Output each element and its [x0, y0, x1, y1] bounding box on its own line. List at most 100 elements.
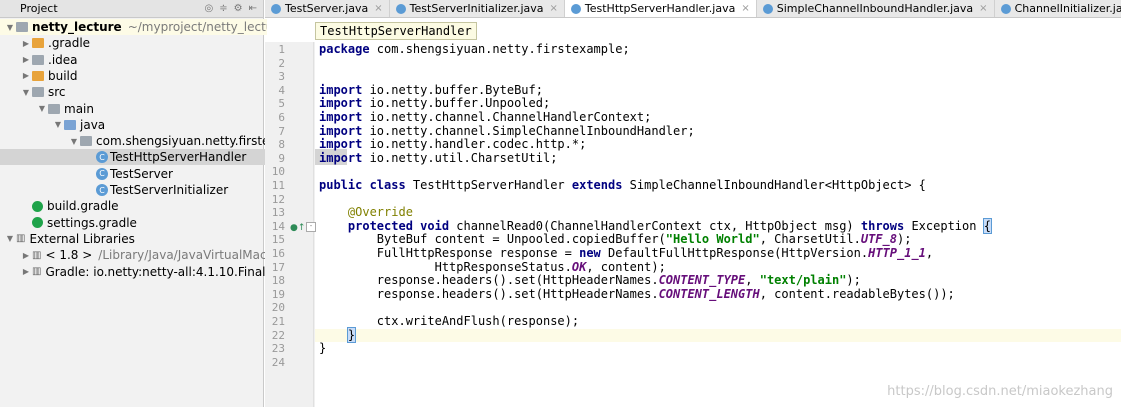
library-icon: ▥ — [16, 233, 26, 245]
line-number: 5 — [278, 97, 285, 111]
tree-item-label: TestHttpServerHandler — [110, 150, 247, 165]
expand-arrow-icon[interactable]: ▼ — [36, 104, 48, 113]
tree-item-label: .gradle — [48, 36, 91, 51]
expand-arrow-icon[interactable]: ▼ — [52, 120, 64, 129]
line-number: 18 — [271, 274, 285, 288]
close-icon[interactable]: × — [374, 3, 382, 14]
code-line[interactable]: import io.netty.buffer.Unpooled; — [319, 97, 550, 111]
tree-item-label: com.shengsiyuan.netty.firstexa — [96, 134, 284, 149]
editor-tab-label: SimpleChannelInboundHandler.java — [776, 2, 974, 15]
tree-item-label: .idea — [48, 52, 78, 67]
java-class-icon — [271, 3, 281, 14]
java-class-icon: C — [96, 151, 108, 164]
line-number: 17 — [271, 260, 285, 274]
tree-item[interactable]: ▶ .gradle — [0, 35, 283, 51]
line-number: 13 — [271, 206, 285, 220]
expand-arrow-icon[interactable]: ▶ — [20, 71, 32, 80]
library-icon: ▥ — [32, 249, 42, 261]
code-line[interactable]: public class TestHttpServerHandler exten… — [319, 178, 926, 193]
close-icon[interactable]: × — [550, 3, 558, 14]
expand-arrow-icon[interactable]: ▶ — [20, 55, 32, 64]
code-line[interactable]: ctx.writeAndFlush(response); — [319, 314, 579, 329]
code-line[interactable]: response.headers().set(HttpHeaderNames.C… — [319, 287, 955, 302]
code-line[interactable]: import io.netty.util.CharsetUtil; — [319, 151, 557, 166]
tree-item-label: main — [64, 101, 94, 116]
tree-item[interactable]: settings.gradle — [0, 215, 283, 231]
code-line[interactable]: ByteBuf content = Unpooled.copiedBuffer(… — [319, 233, 912, 247]
code-line[interactable]: @Override — [319, 205, 413, 220]
close-icon[interactable]: × — [979, 3, 987, 14]
folder-icon — [16, 22, 28, 32]
expand-arrow-icon[interactable]: ▼ — [4, 234, 16, 243]
expand-arrow-icon[interactable]: ▶ — [20, 267, 32, 276]
folder-icon — [64, 119, 76, 130]
folder-icon — [32, 54, 44, 65]
line-number: 7 — [278, 124, 285, 138]
project-panel-header[interactable]: Project ◎ ≑ ⚙ ⇤ — [0, 0, 263, 18]
code-line[interactable]: } — [319, 326, 357, 343]
gradle-file-icon — [32, 200, 43, 212]
code-line[interactable]: response.headers().set(HttpHeaderNames.C… — [319, 273, 861, 288]
fold-toggle-icon[interactable]: - — [306, 222, 316, 232]
tree-item[interactable]: ▶ build — [0, 68, 283, 84]
editor-tab[interactable]: TestHttpServerHandler.java × — [564, 0, 757, 17]
editor-tab[interactable]: SimpleChannelInboundHandler.java × — [757, 0, 995, 17]
expand-arrow-icon[interactable]: ▶ — [20, 251, 32, 260]
line-number: 21 — [271, 315, 285, 328]
close-icon[interactable]: × — [741, 3, 749, 14]
code-line[interactable]: import io.netty.channel.ChannelHandlerCo… — [319, 110, 651, 125]
tree-item[interactable]: ▼ src — [0, 84, 283, 100]
expand-arrow-icon[interactable]: ▼ — [20, 88, 32, 97]
tree-item[interactable]: ▼ main — [0, 101, 299, 117]
tree-item[interactable]: ▼ ▥ External Libraries — [0, 231, 267, 247]
code-line[interactable]: import io.netty.channel.SimpleChannelInb… — [319, 124, 695, 139]
tree-item-path: ~/myproject/netty_lecture — [127, 20, 267, 34]
expand-arrow-icon[interactable]: ▼ — [68, 137, 80, 146]
code-line[interactable]: import io.netty.handler.codec.http.*; — [319, 137, 586, 152]
code-line[interactable]: FullHttpResponse response = new DefaultF… — [319, 246, 933, 261]
tree-item-label: build — [48, 68, 78, 83]
line-number: 12 — [271, 192, 285, 206]
target-icon[interactable]: ◎ — [205, 3, 214, 14]
expand-arrow-icon[interactable]: ▶ — [20, 39, 32, 48]
tree-item[interactable]: ▶ ▥ Gradle: io.netty:netty-all:4.1.10.Fina… — [0, 264, 283, 280]
folder-icon — [32, 38, 44, 49]
tree-item[interactable]: build.gradle — [0, 198, 283, 214]
editor-tab[interactable]: TestServerInitializer.java × — [390, 0, 565, 17]
line-number: 1 — [278, 43, 285, 56]
tree-item-label: src — [48, 85, 66, 100]
editor-tab-bar: TestServer.java × TestServerInitializer.ja… — [265, 0, 1121, 18]
hide-icon[interactable]: ⇤ — [249, 3, 257, 14]
override-gutter-icon[interactable]: ●↑ — [290, 223, 305, 233]
line-number: 23 — [271, 342, 285, 356]
project-panel-toolbar: ◎ ≑ ⚙ ⇤ — [205, 3, 257, 14]
expand-arrow-icon[interactable]: ▼ — [4, 23, 16, 32]
line-number: 10 — [271, 165, 285, 179]
folder-icon — [32, 70, 44, 81]
code-line[interactable]: protected void channelRead0(ChannelHandl… — [319, 217, 992, 234]
tree-item[interactable]: ▶ .idea — [0, 52, 283, 68]
tree-item-label: netty_lecture — [32, 20, 122, 34]
java-class-icon — [395, 3, 406, 14]
code-line[interactable]: package com.shengsiyuan.netty.firstexamp… — [319, 42, 630, 57]
line-number: 15 — [271, 233, 285, 247]
tree-item[interactable]: ▼ netty_lecture ~/myproject/netty_lecture — [0, 19, 267, 35]
code-line[interactable]: import io.netty.buffer.ByteBuf; — [319, 83, 543, 98]
java-class-icon: C — [96, 184, 108, 196]
line-number: 3 — [278, 70, 285, 84]
tree-item-label: TestServer — [110, 166, 173, 181]
gear-icon[interactable]: ⚙ — [234, 3, 243, 14]
line-number: 2 — [278, 56, 285, 70]
editor-tab-label: TestServerInitializer.java — [409, 2, 544, 15]
editor-tab[interactable]: ChannelInitializer.java× — [995, 0, 1121, 17]
line-number: 9 — [278, 151, 285, 165]
code-line[interactable]: HttpResponseStatus.OK, content); — [319, 260, 666, 275]
tree-item-label: build.gradle — [47, 199, 119, 214]
collapse-icon[interactable]: ≑ — [219, 3, 227, 14]
code-line[interactable]: } — [319, 342, 326, 356]
breadcrumb[interactable]: TestHttpServerHandler — [315, 22, 477, 40]
tree-item[interactable]: ▶ ▥ < 1.8 > /Library/Java/JavaVirtualMachin… — [0, 247, 283, 263]
line-number: 20 — [271, 301, 285, 315]
java-class-icon — [762, 3, 773, 14]
editor-tab[interactable]: TestServer.java × — [265, 0, 390, 17]
